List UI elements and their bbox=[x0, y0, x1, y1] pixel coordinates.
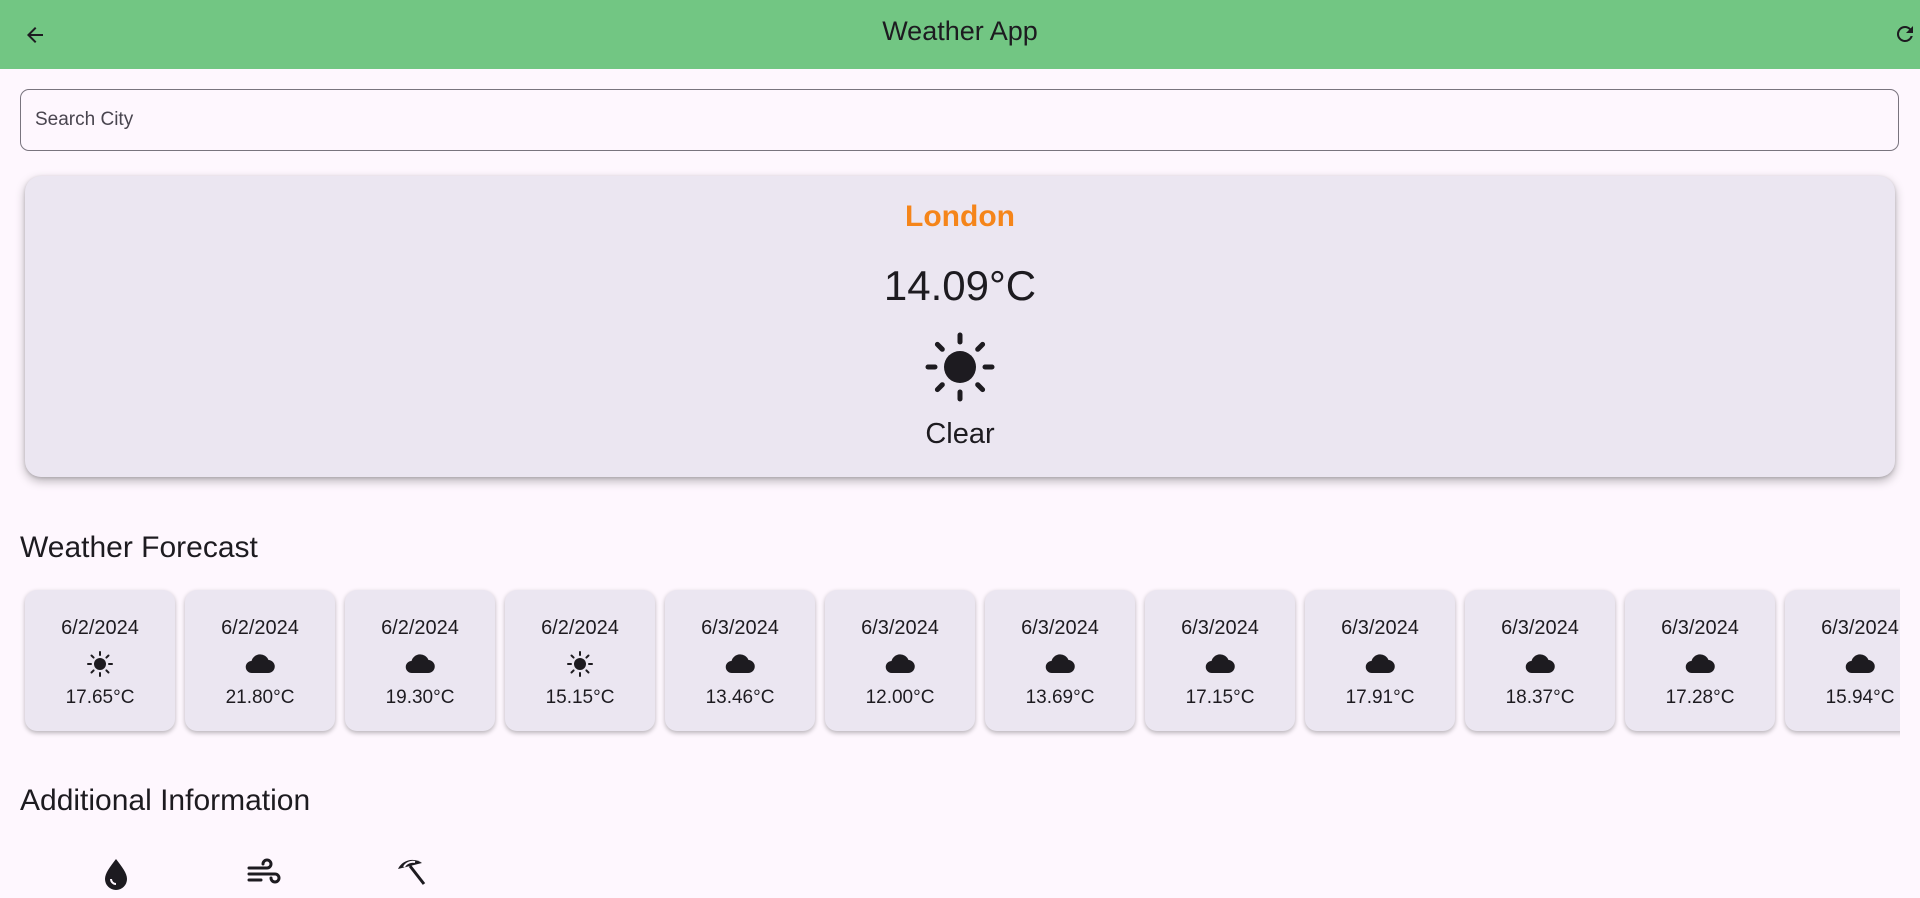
forecast-date: 6/3/2024 bbox=[1501, 617, 1579, 639]
forecast-card: 6/3/2024 12.00°C bbox=[825, 590, 975, 731]
forecast-date: 6/3/2024 bbox=[1341, 617, 1419, 639]
forecast-date: 6/3/2024 bbox=[1821, 617, 1899, 639]
search-city-input[interactable] bbox=[20, 89, 1899, 151]
forecast-date: 6/2/2024 bbox=[221, 617, 299, 639]
beach-umbrella-icon bbox=[394, 855, 430, 891]
forecast-temperature: 18.37°C bbox=[1505, 687, 1575, 708]
cloud-icon bbox=[405, 649, 435, 679]
app-title: Weather App bbox=[882, 16, 1038, 46]
refresh-icon[interactable] bbox=[1890, 19, 1920, 49]
forecast-date: 6/2/2024 bbox=[381, 617, 459, 639]
forecast-date: 6/2/2024 bbox=[61, 617, 139, 639]
forecast-temperature: 15.94°C bbox=[1825, 687, 1895, 708]
forecast-list[interactable]: 6/2/2024 17.65°C 6/2/2024 21.80°C 6/2/2024 19… bbox=[20, 585, 1900, 740]
forecast-temperature: 17.91°C bbox=[1345, 687, 1415, 708]
forecast-card: 6/3/2024 17.91°C bbox=[1305, 590, 1455, 731]
forecast-title: Weather Forecast bbox=[20, 531, 258, 564]
forecast-temperature: 17.28°C bbox=[1665, 687, 1735, 708]
humidity-drop-icon bbox=[98, 855, 134, 891]
forecast-temperature: 12.00°C bbox=[865, 687, 935, 708]
forecast-temperature: 15.15°C bbox=[545, 687, 615, 708]
forecast-card: 6/2/2024 19.30°C bbox=[345, 590, 495, 731]
forecast-date: 6/3/2024 bbox=[1021, 617, 1099, 639]
forecast-date: 6/3/2024 bbox=[701, 617, 779, 639]
cloud-icon bbox=[1685, 649, 1715, 679]
forecast-temperature: 19.30°C bbox=[385, 687, 455, 708]
city-name: London bbox=[905, 200, 1015, 233]
cloud-icon bbox=[1365, 649, 1395, 679]
forecast-card: 6/3/2024 13.69°C bbox=[985, 590, 1135, 731]
cloud-icon bbox=[1045, 649, 1075, 679]
forecast-date: 6/3/2024 bbox=[1181, 617, 1259, 639]
forecast-temperature: 13.69°C bbox=[1025, 687, 1095, 708]
forecast-temperature: 13.46°C bbox=[705, 687, 775, 708]
forecast-card: 6/2/2024 21.80°C bbox=[185, 590, 335, 731]
forecast-temperature: 17.15°C bbox=[1185, 687, 1255, 708]
forecast-card: 6/3/2024 17.15°C bbox=[1145, 590, 1295, 731]
forecast-card: 6/3/2024 15.94°C bbox=[1785, 590, 1900, 731]
forecast-card: 6/2/2024 15.15°C bbox=[505, 590, 655, 731]
forecast-temperature: 17.65°C bbox=[65, 687, 135, 708]
cloud-icon bbox=[245, 649, 275, 679]
forecast-date: 6/2/2024 bbox=[541, 617, 619, 639]
cloud-icon bbox=[885, 649, 915, 679]
forecast-date: 6/3/2024 bbox=[861, 617, 939, 639]
cloud-icon bbox=[1525, 649, 1555, 679]
additional-info-title: Additional Information bbox=[20, 784, 311, 817]
forecast-card: 6/2/2024 17.65°C bbox=[25, 590, 175, 731]
forecast-card: 6/3/2024 17.28°C bbox=[1625, 590, 1775, 731]
sun-icon bbox=[925, 332, 995, 402]
forecast-card: 6/3/2024 18.37°C bbox=[1465, 590, 1615, 731]
sun-icon bbox=[85, 649, 115, 679]
cloud-icon bbox=[725, 649, 755, 679]
forecast-date: 6/3/2024 bbox=[1661, 617, 1739, 639]
cloud-icon bbox=[1845, 649, 1875, 679]
forecast-card: 6/3/2024 13.46°C bbox=[665, 590, 815, 731]
app-bar: Weather App bbox=[0, 0, 1920, 69]
sun-icon bbox=[565, 649, 595, 679]
weather-condition: Clear bbox=[925, 418, 995, 450]
current-temperature: 14.09°C bbox=[883, 262, 1037, 309]
current-weather-card: London 14.09°C Clear bbox=[25, 176, 1895, 477]
wind-icon bbox=[246, 855, 282, 891]
forecast-temperature: 21.80°C bbox=[225, 687, 295, 708]
cloud-icon bbox=[1205, 649, 1235, 679]
